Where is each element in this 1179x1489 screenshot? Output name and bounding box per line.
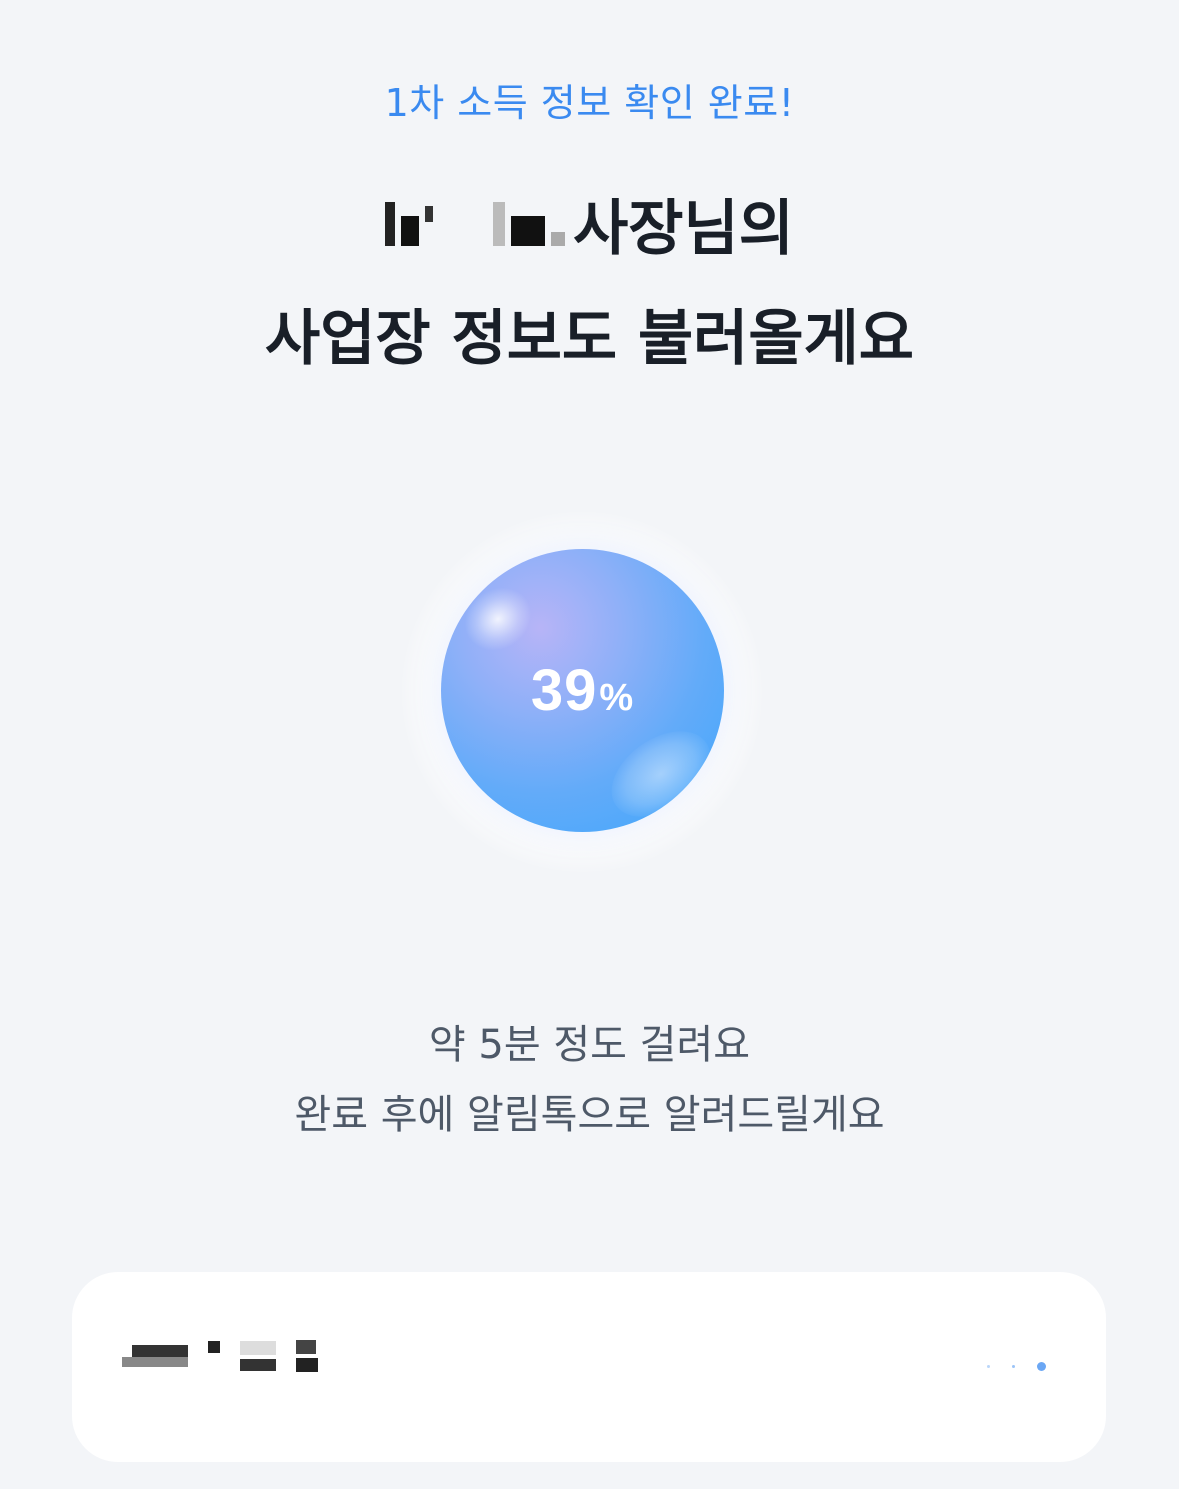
masked-business-name: [122, 1332, 318, 1380]
loading-dot: [1012, 1365, 1015, 1368]
progress-percent: 39%: [441, 657, 724, 724]
progress-number: 39: [530, 658, 598, 723]
page-title-line2: 사업장 정보도 불러올게요: [265, 304, 914, 374]
estimated-time-text: 약 5분 정도 걸려요: [428, 1022, 751, 1068]
loading-dot-active: [1037, 1362, 1046, 1371]
loading-dot: [987, 1365, 990, 1368]
progress-unit: %: [599, 677, 635, 719]
page-title-line1: 사장님의: [0, 180, 1179, 267]
progress-orb: 39%: [441, 549, 724, 832]
business-loading-card: [72, 1272, 1106, 1462]
masked-user-name: [385, 192, 566, 256]
loading-dots: [987, 1362, 1046, 1371]
notification-info-text: 완료 후에 알림톡으로 알려드릴게요: [294, 1092, 885, 1138]
status-subtitle: 1차 소득 정보 확인 완료!: [384, 81, 795, 125]
title-name-suffix: 사장님의: [573, 194, 794, 264]
